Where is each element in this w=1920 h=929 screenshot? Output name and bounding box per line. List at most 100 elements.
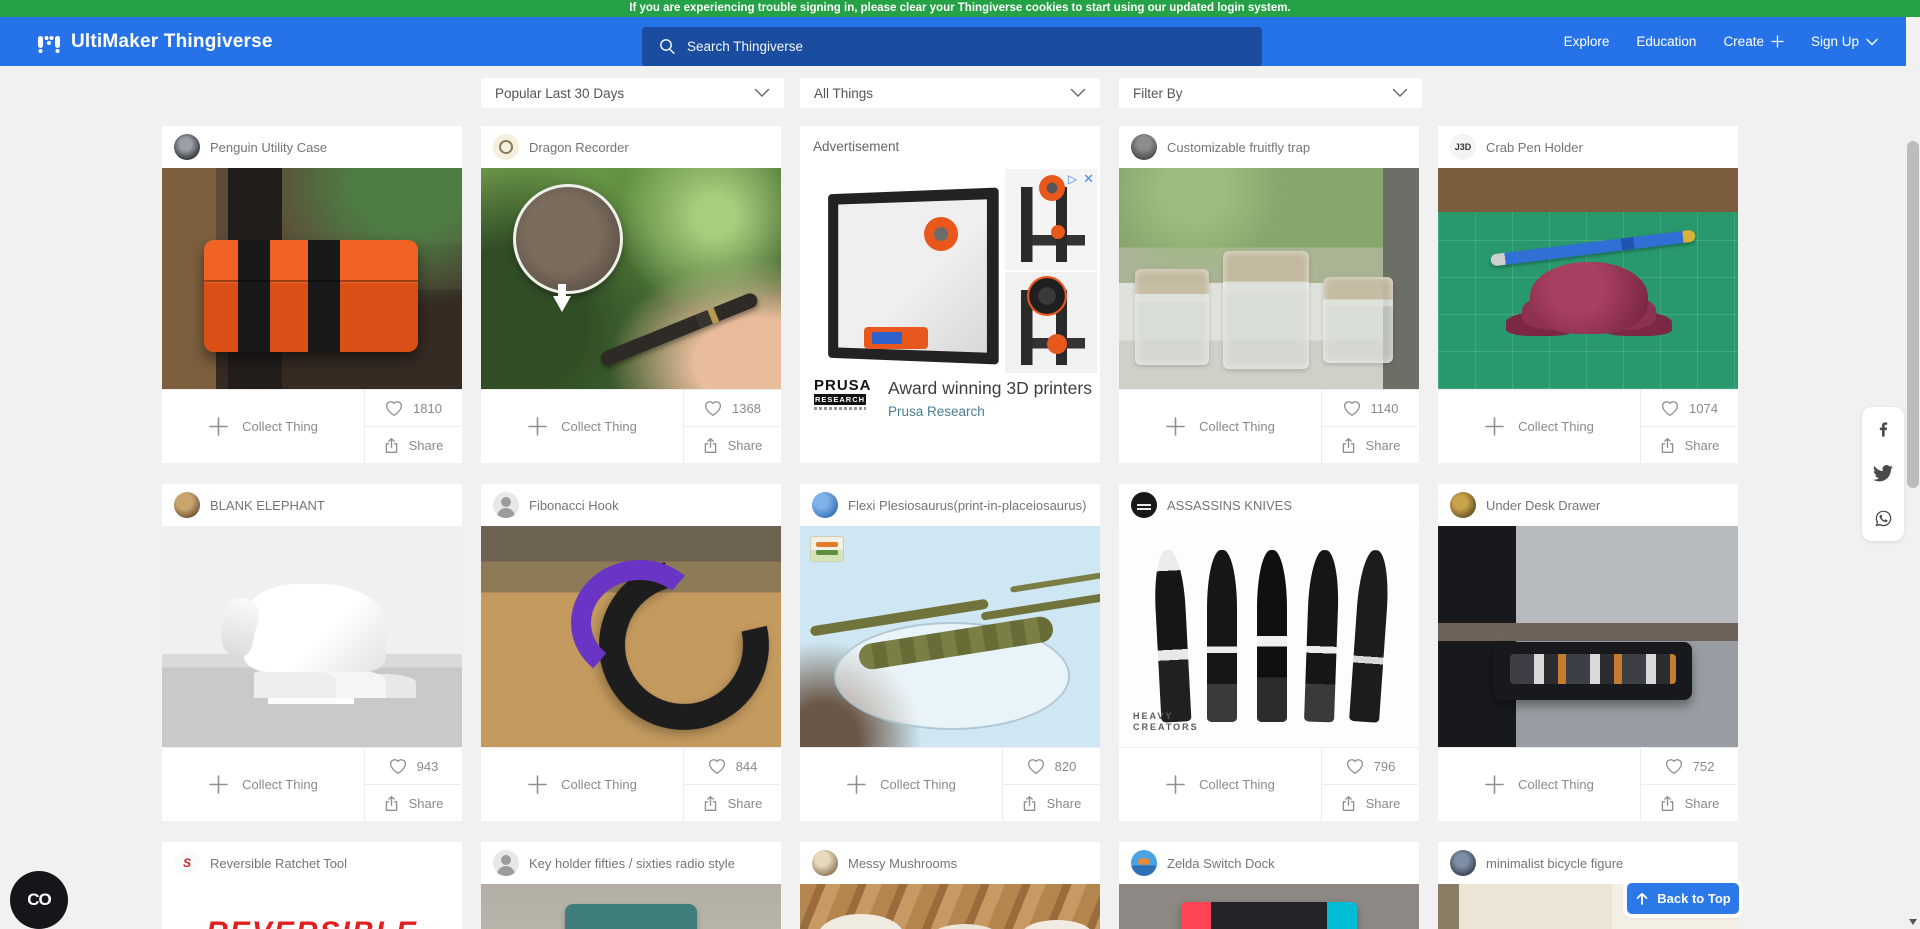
share-button[interactable]: Share	[1641, 427, 1737, 463]
collect-thing-button[interactable]: Collect Thing	[1438, 748, 1641, 821]
ad-close-icon[interactable]: ✕	[1083, 171, 1094, 187]
creator-avatar[interactable]	[493, 492, 519, 518]
facebook-icon[interactable]	[1874, 420, 1893, 439]
thing-title[interactable]: Messy Mushrooms	[848, 856, 957, 871]
collect-thing-button[interactable]: Collect Thing	[162, 748, 365, 821]
scrollbar-thumb[interactable]	[1907, 141, 1919, 488]
search-bar[interactable]	[642, 27, 1262, 66]
filter-by-dropdown[interactable]: Filter By	[1119, 78, 1422, 108]
thing-thumbnail[interactable]	[1119, 884, 1419, 929]
brand-logo[interactable]: UltiMaker Thingiverse	[36, 17, 273, 66]
thing-card-header[interactable]: Key holder fifties / sixties radio style	[481, 842, 781, 884]
share-button[interactable]: Share	[684, 785, 780, 821]
thing-card-header[interactable]: Flexi Plesiosaurus(print-in-placeiosauru…	[800, 484, 1100, 526]
thing-card-header[interactable]: Customizable fruitfly trap	[1119, 126, 1419, 168]
thing-thumbnail[interactable]	[481, 168, 781, 389]
thing-card-header[interactable]: BLANK ELEPHANT	[162, 484, 462, 526]
thing-card-header[interactable]: Messy Mushrooms	[800, 842, 1100, 884]
share-button[interactable]: Share	[365, 427, 461, 463]
creator-avatar[interactable]	[174, 134, 200, 160]
like-button[interactable]: 1074	[1641, 390, 1737, 427]
nav-create[interactable]: Create	[1723, 34, 1784, 49]
search-input[interactable]	[687, 27, 1262, 66]
like-button[interactable]: 1810	[365, 390, 461, 427]
whatsapp-icon[interactable]	[1874, 509, 1893, 528]
back-to-top-button[interactable]: Back to Top	[1627, 883, 1739, 914]
thing-thumbnail[interactable]	[162, 526, 462, 747]
collect-thing-button[interactable]: Collect Thing	[1119, 748, 1322, 821]
ad-creative[interactable]: ▷ ✕	[806, 169, 1097, 373]
thing-title[interactable]: Key holder fifties / sixties radio style	[529, 856, 735, 871]
thing-thumbnail[interactable]	[481, 884, 781, 929]
collect-thing-button[interactable]: Collect Thing	[162, 390, 365, 463]
collect-thing-button[interactable]: Collect Thing	[800, 748, 1003, 821]
like-button[interactable]: 752	[1641, 748, 1737, 785]
collect-thing-button[interactable]: Collect Thing	[1119, 390, 1322, 463]
share-button[interactable]: Share	[365, 785, 461, 821]
ad-text-block[interactable]: PRUSA RESEARCH Award winning 3D printers…	[814, 378, 1092, 419]
thing-title[interactable]: BLANK ELEPHANT	[210, 498, 325, 513]
share-button[interactable]: Share	[1322, 785, 1418, 821]
thing-title[interactable]: Crab Pen Holder	[1486, 140, 1583, 155]
thing-card-header[interactable]: Penguin Utility Case	[162, 126, 462, 168]
thing-title[interactable]: Customizable fruitfly trap	[1167, 140, 1310, 155]
thing-card-header[interactable]: ASSASSINS KNIVES	[1119, 484, 1419, 526]
thing-thumbnail[interactable]	[1438, 526, 1738, 747]
thing-title[interactable]: ASSASSINS KNIVES	[1167, 498, 1292, 513]
nav-education[interactable]: Education	[1636, 34, 1696, 49]
thing-thumbnail[interactable]	[1119, 168, 1419, 389]
scrollbar-track[interactable]	[1906, 17, 1920, 929]
adchoices-icon[interactable]: ▷	[1068, 172, 1077, 186]
like-button[interactable]: 844	[684, 748, 780, 785]
twitter-icon[interactable]	[1873, 465, 1893, 482]
like-button[interactable]: 1368	[684, 390, 780, 427]
category-dropdown[interactable]: All Things	[800, 78, 1100, 108]
sort-dropdown[interactable]: Popular Last 30 Days	[481, 78, 784, 108]
ad-headline[interactable]: Award winning 3D printers	[888, 378, 1092, 399]
thing-thumbnail[interactable]	[800, 884, 1100, 929]
thing-title[interactable]: Flexi Plesiosaurus(print-in-placeiosauru…	[848, 498, 1086, 513]
creator-avatar[interactable]	[1131, 850, 1157, 876]
like-button[interactable]: 1140	[1322, 390, 1418, 427]
nav-explore[interactable]: Explore	[1564, 34, 1610, 49]
thing-thumbnail[interactable]	[481, 526, 781, 747]
thing-thumbnail[interactable]: HEAVY CREATORS	[1119, 526, 1419, 747]
creator-avatar[interactable]	[1450, 850, 1476, 876]
thing-title[interactable]: Under Desk Drawer	[1486, 498, 1600, 513]
thing-card-header[interactable]: Reversible Ratchet Tool	[162, 842, 462, 884]
creator-avatar[interactable]	[493, 850, 519, 876]
thing-title[interactable]: minimalist bicycle figure	[1486, 856, 1623, 871]
thing-card-header[interactable]: Dragon Recorder	[481, 126, 781, 168]
creator-avatar[interactable]	[174, 492, 200, 518]
thing-card-header[interactable]: Crab Pen Holder	[1438, 126, 1738, 168]
thing-card-header[interactable]: Fibonacci Hook	[481, 484, 781, 526]
ad-advertiser[interactable]: Prusa Research	[888, 404, 1092, 419]
collect-thing-button[interactable]: Collect Thing	[481, 390, 684, 463]
thing-title[interactable]: Dragon Recorder	[529, 140, 629, 155]
collect-thing-button[interactable]: Collect Thing	[481, 748, 684, 821]
share-button[interactable]: Share	[1322, 427, 1418, 463]
like-button[interactable]: 796	[1322, 748, 1418, 785]
cookie-preferences-button[interactable]: CO	[10, 871, 68, 929]
creator-avatar[interactable]	[174, 850, 200, 876]
share-button[interactable]: Share	[684, 427, 780, 463]
thing-title[interactable]: Penguin Utility Case	[210, 140, 327, 155]
thing-card-header[interactable]: Zelda Switch Dock	[1119, 842, 1419, 884]
creator-avatar[interactable]	[493, 134, 519, 160]
nav-signup[interactable]: Sign Up	[1811, 34, 1878, 49]
creator-avatar[interactable]	[1131, 134, 1157, 160]
collect-thing-button[interactable]: Collect Thing	[1438, 390, 1641, 463]
share-button[interactable]: Share	[1003, 785, 1099, 821]
thing-thumbnail[interactable]	[162, 168, 462, 389]
creator-avatar[interactable]	[1450, 492, 1476, 518]
creator-avatar[interactable]	[812, 492, 838, 518]
thing-title[interactable]: Zelda Switch Dock	[1167, 856, 1275, 871]
share-button[interactable]: Share	[1641, 785, 1737, 821]
like-button[interactable]: 820	[1003, 748, 1099, 785]
ad-image-printer-small[interactable]	[1005, 272, 1097, 373]
thing-title[interactable]: Fibonacci Hook	[529, 498, 619, 513]
thing-title[interactable]: Reversible Ratchet Tool	[210, 856, 347, 871]
thing-thumbnail[interactable]	[800, 526, 1100, 747]
scrollbar-down-arrow[interactable]	[1909, 919, 1917, 925]
like-button[interactable]: 943	[365, 748, 461, 785]
